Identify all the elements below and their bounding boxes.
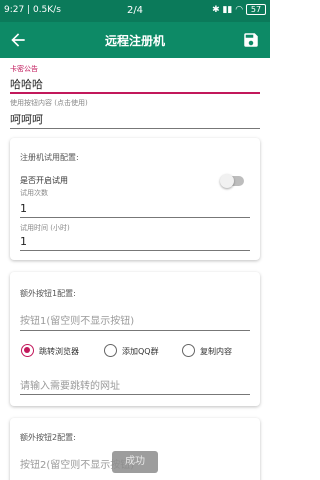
radio-copy-content[interactable] — [182, 344, 195, 357]
extra-button-1-input[interactable]: 按钮1(留空则不显示按钮) — [20, 312, 134, 327]
trial-config-card: 注册机试用配置: 是否开启试用 试用次数 1 试用时间 (小时) 1 — [10, 138, 260, 260]
trial-toggle-label: 是否开启试用 — [20, 176, 68, 185]
save-icon[interactable] — [242, 31, 260, 49]
radio-open-browser-label: 跳转浏览器 — [39, 347, 79, 356]
radio-open-browser[interactable] — [21, 344, 34, 357]
status-icons: ✱ ▮▮ ◠ 57 — [212, 4, 266, 15]
jump-url-underline — [20, 394, 250, 395]
notice-label: 卡密公告 — [10, 65, 38, 73]
notice-input[interactable]: 哈哈哈 — [10, 76, 43, 92]
button-content-helper: 使用按钮内容 (点击使用) — [10, 99, 88, 107]
trial-time-input[interactable]: 1 — [20, 235, 27, 248]
toggle-knob — [220, 174, 234, 188]
extra-button-1-title: 额外按钮1配置: — [20, 289, 76, 298]
radio-add-qq-group-label: 添加QQ群 — [122, 347, 159, 356]
trial-count-label: 试用次数 — [20, 189, 48, 197]
extra-button-1-card: 额外按钮1配置: 按钮1(留空则不显示按钮) 跳转浏览器 添加QQ群 复制内容 … — [10, 272, 260, 406]
trial-time-label: 试用时间 (小时) — [20, 224, 70, 232]
signal-icon: ▮▮ — [222, 5, 233, 15]
bluetooth-icon: ✱ — [212, 5, 220, 15]
trial-count-underline — [20, 217, 250, 218]
trial-count-input[interactable]: 1 — [20, 202, 27, 215]
extra-button-2-title: 额外按钮2配置: — [20, 433, 76, 442]
radio-add-qq-group[interactable] — [104, 344, 117, 357]
button-content-input[interactable]: 呵呵呵 — [10, 111, 43, 127]
jump-url-input[interactable]: 请输入需要跳转的网址 — [20, 377, 120, 392]
page-title: 远程注册机 — [104, 34, 165, 48]
status-bar: 9:27 | 0.5K/s 2/4 ✱ ▮▮ ◠ 57 — [0, 0, 270, 22]
trial-card-title: 注册机试用配置: — [20, 153, 79, 162]
wifi-icon: ◠ — [235, 5, 244, 15]
app-bar: 远程注册机 — [0, 22, 270, 58]
toast-message: 成功 — [112, 451, 158, 473]
notice-underline — [10, 92, 260, 94]
button-content-underline — [10, 128, 260, 129]
radio-copy-content-label: 复制内容 — [200, 347, 232, 356]
extra-button-1-underline — [20, 330, 250, 331]
trial-time-underline — [20, 250, 250, 251]
battery-icon: 57 — [246, 4, 266, 15]
